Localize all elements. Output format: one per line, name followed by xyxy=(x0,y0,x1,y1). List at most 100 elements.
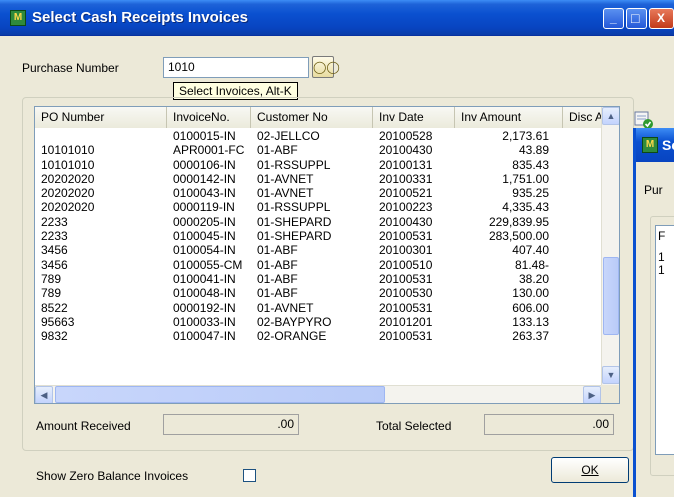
table-cell: 81.48- xyxy=(514,257,549,272)
table-cell: 0100055-CM xyxy=(173,257,243,272)
background-window-title: Se xyxy=(662,137,674,153)
table-cell: 01-AVNET xyxy=(257,186,314,201)
table-row[interactable]: 20202020 0000142-IN 01-AVNET 20100331 1,751.… xyxy=(35,172,602,186)
table-cell: 38.20 xyxy=(518,271,549,286)
table-row[interactable]: 3456 0100055-CM 01-ABF 20100510 81.48- xyxy=(35,258,602,272)
table-cell: 229,839.95 xyxy=(488,214,549,229)
show-zero-balance-checkbox[interactable] xyxy=(243,469,256,482)
table-cell: 20100531 xyxy=(379,329,433,344)
table-row[interactable]: 10101010 APR0001-FC 01-ABF 20100430 43.89 xyxy=(35,143,602,157)
table-cell: 2233 xyxy=(41,229,68,244)
total-selected-field: .00 xyxy=(484,414,614,435)
table-cell: 0000119-IN xyxy=(173,200,235,215)
table-cell: 2233 xyxy=(41,214,68,229)
ok-button[interactable]: OK xyxy=(551,457,629,483)
table-cell: 4,335.43 xyxy=(502,200,549,215)
background-grid-row: 1 xyxy=(658,250,665,264)
table-cell: 43.89 xyxy=(518,143,549,158)
table-cell: 10101010 xyxy=(41,143,95,158)
show-zero-balance-label: Show Zero Balance Invoices xyxy=(36,469,189,483)
table-cell: 01-ABF xyxy=(257,271,298,286)
table-cell: 0000192-IN xyxy=(173,300,236,315)
scroll-thumb[interactable] xyxy=(603,257,619,335)
table-cell: 02-BAYPYRO xyxy=(257,314,332,329)
table-row[interactable]: 0100015-IN 02-JELLCO 20100528 2,173.61 xyxy=(35,129,602,143)
table-cell: 789 xyxy=(41,271,62,286)
table-cell: 8522 xyxy=(41,300,68,315)
table-cell: 01-ABF xyxy=(257,257,298,272)
minimize-button[interactable]: _ xyxy=(603,8,624,29)
select-check-icon[interactable] xyxy=(634,110,654,130)
table-row[interactable]: 2233 0100045-IN 01-SHEPARD 20100531 283,500.… xyxy=(35,229,602,243)
maximize-icon: □ xyxy=(631,10,640,26)
table-cell: 20100530 xyxy=(379,286,433,301)
table-cell: 01-AVNET xyxy=(257,171,314,186)
title-bar[interactable]: M Select Cash Receipts Invoices _ □ X xyxy=(0,0,674,36)
background-window-label: Pur xyxy=(644,183,663,197)
table-cell: 935.25 xyxy=(512,186,549,201)
background-grid-row: 1 xyxy=(658,263,665,277)
scroll-left-button[interactable]: ◀ xyxy=(35,386,53,403)
table-cell: 0100047-IN xyxy=(173,329,236,344)
table-cell: 01-SHEPARD xyxy=(257,214,332,229)
background-window[interactable]: M Se Pur F 1 1 xyxy=(633,128,674,497)
vertical-scrollbar[interactable]: ▲ ▼ xyxy=(601,107,619,386)
chevron-up-icon: ▲ xyxy=(606,111,616,121)
col-inv-date[interactable]: Inv Date xyxy=(373,107,455,128)
scroll-corner xyxy=(601,385,619,403)
table-row[interactable]: 95663 0100033-IN 02-BAYPYRO 20101201 133.13 xyxy=(35,315,602,329)
binoculars-icon: ◯◯ xyxy=(313,60,340,74)
amount-received-label: Amount Received xyxy=(36,419,131,433)
table-cell: 20202020 xyxy=(41,200,95,215)
col-inv-amount[interactable]: Inv Amount xyxy=(455,107,563,128)
table-cell: 1,751.00 xyxy=(502,171,549,186)
minimize-icon: _ xyxy=(610,11,617,25)
table-cell: 0100033-IN xyxy=(173,314,236,329)
table-row[interactable]: 3456 0100054-IN 01-ABF 20100301 407.40 xyxy=(35,243,602,257)
table-cell: 0100015-IN xyxy=(173,129,236,143)
table-cell: 20202020 xyxy=(41,186,95,201)
table-row[interactable]: 8522 0000192-IN 01-AVNET 20100531 606.00 xyxy=(35,301,602,315)
table-row[interactable]: 789 0100041-IN 01-ABF 20100531 38.20 xyxy=(35,272,602,286)
background-window-title-bar[interactable]: M Se xyxy=(636,128,674,162)
table-row[interactable]: 2233 0000205-IN 01-SHEPARD 20100430 229,839.… xyxy=(35,215,602,229)
table-cell: 20100131 xyxy=(379,157,433,172)
ok-button-label: OK xyxy=(581,463,599,477)
col-po-number[interactable]: PO Number xyxy=(35,107,167,128)
table-cell: 0100043-IN xyxy=(173,186,236,201)
grid-header: PO Number InvoiceNo. Customer No Inv Dat… xyxy=(35,107,602,128)
chevron-left-icon: ◀ xyxy=(40,390,48,400)
table-cell: 20100301 xyxy=(379,243,433,258)
total-selected-label: Total Selected xyxy=(376,419,452,433)
table-row[interactable]: 20202020 0000119-IN 01-RSSUPPL 20100223 4,33… xyxy=(35,200,602,214)
col-disc-amount[interactable]: Disc A xyxy=(563,107,602,128)
close-icon: X xyxy=(657,11,666,25)
table-cell: 95663 xyxy=(41,314,75,329)
col-invoice-no[interactable]: InvoiceNo. xyxy=(167,107,251,128)
table-row[interactable]: 9832 0100047-IN 02-ORANGE 20100531 263.37 xyxy=(35,329,602,343)
table-cell: 20100430 xyxy=(379,214,433,229)
col-customer-no[interactable]: Customer No xyxy=(251,107,373,128)
maximize-button[interactable]: □ xyxy=(626,8,647,29)
select-invoices-button[interactable]: ◯◯ xyxy=(312,56,340,78)
table-cell: 20100510 xyxy=(379,257,433,272)
table-row[interactable]: 20202020 0100043-IN 01-AVNET 20100521 935.25 xyxy=(35,186,602,200)
horizontal-scrollbar[interactable]: ◀ ▶ xyxy=(35,385,602,403)
scroll-right-button[interactable]: ▶ xyxy=(583,386,601,403)
table-cell: 01-RSSUPPL xyxy=(257,157,331,172)
close-button[interactable]: X xyxy=(649,8,674,29)
scroll-down-button[interactable]: ▼ xyxy=(602,366,619,384)
table-cell: 20101201 xyxy=(379,314,433,329)
table-cell: 01-SHEPARD xyxy=(257,229,332,244)
invoices-grid[interactable]: PO Number InvoiceNo. Customer No Inv Dat… xyxy=(34,106,620,404)
table-row[interactable]: 10101010 0000106-IN 01-RSSUPPL 20100131 835.… xyxy=(35,158,602,172)
table-cell: 0000142-IN xyxy=(173,171,236,186)
table-cell: 20100430 xyxy=(379,143,433,158)
table-cell: 789 xyxy=(41,286,62,301)
scroll-up-button[interactable]: ▲ xyxy=(602,107,619,125)
h-scroll-thumb[interactable] xyxy=(55,386,385,403)
table-row[interactable]: 789 0100048-IN 01-ABF 20100530 130.00 xyxy=(35,286,602,300)
table-cell: 133.13 xyxy=(512,314,549,329)
table-cell: 20100521 xyxy=(379,186,433,201)
purchase-number-input[interactable]: 1010 xyxy=(163,57,309,78)
